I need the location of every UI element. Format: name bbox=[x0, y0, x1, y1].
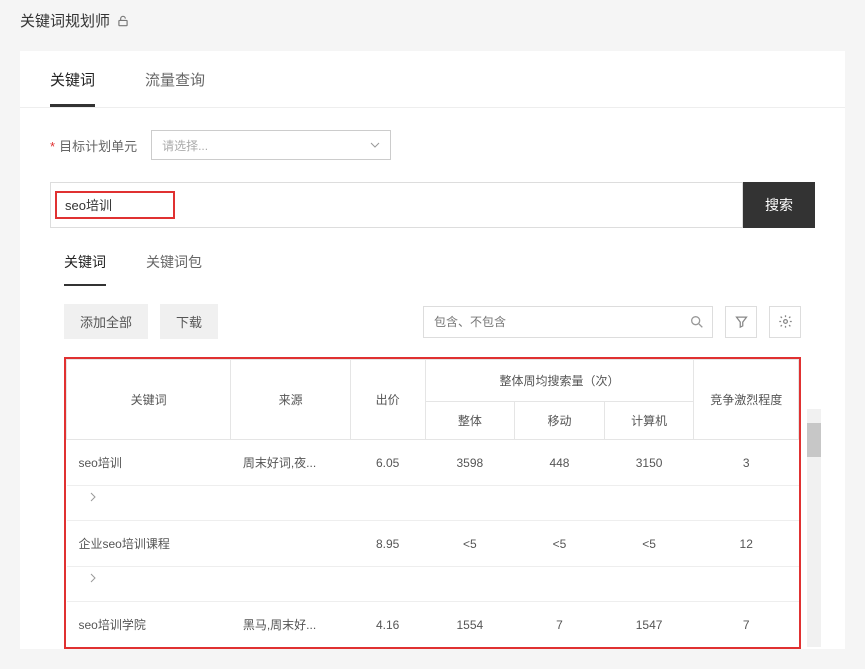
cell-competition: 12 bbox=[694, 521, 799, 567]
expand-row[interactable] bbox=[67, 486, 799, 521]
filter-icon-button[interactable] bbox=[725, 306, 757, 338]
th-competition: 竞争激烈程度 bbox=[694, 360, 799, 440]
lock-icon bbox=[116, 14, 130, 28]
tab-traffic-query[interactable]: 流量查询 bbox=[145, 69, 205, 107]
search-row: 搜索 bbox=[20, 182, 845, 248]
search-button[interactable]: 搜索 bbox=[743, 182, 815, 228]
search-input[interactable] bbox=[65, 197, 165, 212]
search-highlight-box bbox=[55, 191, 175, 219]
expand-row[interactable] bbox=[67, 567, 799, 602]
results-table-wrap: 关键词 来源 出价 整体周均搜索量（次） 竞争激烈程度 整体 移动 计算机 se… bbox=[64, 357, 801, 649]
th-mobile: 移动 bbox=[515, 402, 605, 440]
th-source: 来源 bbox=[231, 360, 351, 440]
sub-tab-keyword-pack[interactable]: 关键词包 bbox=[146, 252, 202, 286]
chevron-right-icon bbox=[87, 492, 97, 502]
search-input-wrap bbox=[50, 182, 743, 228]
filter-input[interactable] bbox=[423, 306, 713, 338]
sub-tab-keyword[interactable]: 关键词 bbox=[64, 252, 106, 286]
gear-icon-button[interactable] bbox=[769, 306, 801, 338]
result-sub-tabs: 关键词 关键词包 bbox=[20, 248, 845, 286]
cell-keyword: seo培训学院 bbox=[67, 602, 231, 648]
main-tabs: 关键词 流量查询 bbox=[20, 51, 845, 108]
cell-mobile: 7 bbox=[515, 602, 605, 648]
scrollbar-thumb[interactable] bbox=[807, 423, 821, 457]
chevron-down-icon bbox=[370, 140, 380, 150]
cell-competition: 3 bbox=[694, 440, 799, 486]
cell-bid: 4.16 bbox=[350, 602, 425, 648]
page-title: 关键词规划师 bbox=[20, 10, 110, 31]
cell-keyword: seo培训 bbox=[67, 440, 231, 486]
th-pc: 计算机 bbox=[604, 402, 694, 440]
th-bid: 出价 bbox=[350, 360, 425, 440]
select-placeholder: 请选择... bbox=[162, 137, 208, 154]
table-row[interactable]: seo培训 周末好词,夜... 6.05 3598 448 3150 3 bbox=[67, 440, 799, 486]
cell-mobile: 448 bbox=[515, 440, 605, 486]
cell-overall: 1554 bbox=[425, 602, 515, 648]
cell-keyword: 企业seo培训课程 bbox=[67, 521, 231, 567]
cell-overall: <5 bbox=[425, 521, 515, 567]
cell-pc: 3150 bbox=[604, 440, 694, 486]
cell-source bbox=[231, 521, 351, 567]
tab-keyword[interactable]: 关键词 bbox=[50, 69, 95, 107]
target-plan-label: *目标计划单元 bbox=[50, 136, 137, 155]
results-table: 关键词 来源 出价 整体周均搜索量（次） 竞争激烈程度 整体 移动 计算机 se… bbox=[66, 359, 799, 647]
cell-pc: <5 bbox=[604, 521, 694, 567]
th-search-volume-group: 整体周均搜索量（次） bbox=[425, 360, 694, 402]
target-plan-row: *目标计划单元 请选择... bbox=[20, 108, 845, 182]
th-overall: 整体 bbox=[425, 402, 515, 440]
table-row[interactable]: 企业seo培训课程 8.95 <5 <5 <5 12 bbox=[67, 521, 799, 567]
cell-bid: 6.05 bbox=[350, 440, 425, 486]
main-panel: 关键词 流量查询 *目标计划单元 请选择... 搜索 关键词 关键词包 添加全部… bbox=[20, 51, 845, 649]
chevron-right-icon bbox=[87, 573, 97, 583]
table-row[interactable]: seo培训学院 黑马,周末好... 4.16 1554 7 1547 7 bbox=[67, 602, 799, 648]
scrollbar[interactable] bbox=[807, 409, 821, 647]
cell-source: 黑马,周末好... bbox=[231, 602, 351, 648]
cell-competition: 7 bbox=[694, 602, 799, 648]
cell-bid: 8.95 bbox=[350, 521, 425, 567]
cell-mobile: <5 bbox=[515, 521, 605, 567]
download-button[interactable]: 下载 bbox=[160, 304, 218, 339]
cell-pc: 1547 bbox=[604, 602, 694, 648]
cell-source: 周末好词,夜... bbox=[231, 440, 351, 486]
th-keyword: 关键词 bbox=[67, 360, 231, 440]
filter-input-wrap bbox=[423, 306, 713, 338]
toolbar: 添加全部 下载 bbox=[20, 286, 845, 357]
add-all-button[interactable]: 添加全部 bbox=[64, 304, 148, 339]
search-icon[interactable] bbox=[689, 314, 705, 330]
cell-overall: 3598 bbox=[425, 440, 515, 486]
target-plan-select[interactable]: 请选择... bbox=[151, 130, 391, 160]
